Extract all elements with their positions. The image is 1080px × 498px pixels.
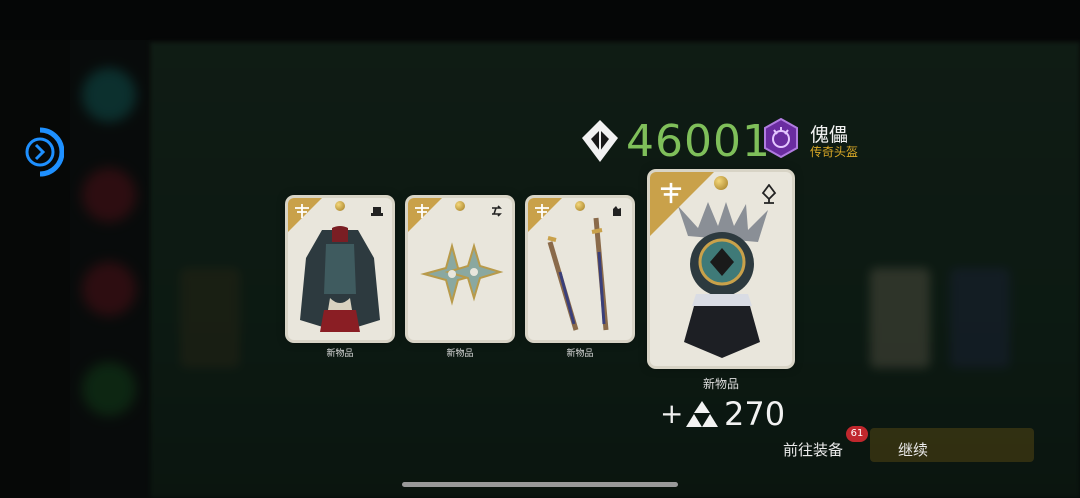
- arrows-icon: [492, 205, 502, 217]
- dragonfly-icon: [535, 204, 549, 218]
- card-caption: 新物品: [446, 349, 474, 359]
- plus-sign: +: [660, 397, 684, 430]
- pin-icon: [761, 184, 777, 204]
- coin-icon: [335, 201, 345, 211]
- item-card[interactable]: [528, 198, 632, 340]
- triforce-icon: [686, 401, 718, 427]
- fist-icon: [613, 206, 621, 216]
- diamond-icon: [582, 120, 618, 162]
- dragonfly-icon: [415, 204, 429, 218]
- coin-icon: [455, 201, 465, 211]
- dragonfly-icon: [660, 182, 682, 204]
- item-card[interactable]: [288, 198, 392, 340]
- coin-icon: [575, 201, 585, 211]
- coin-icon: [714, 176, 728, 190]
- back-arrow-icon[interactable]: [14, 126, 64, 178]
- continue-button[interactable]: 继续: [870, 428, 1034, 462]
- legendary-helmet-badge-icon: [764, 118, 798, 158]
- bonus-value: 270: [724, 395, 786, 433]
- hat-icon: [371, 207, 383, 216]
- score-value: 46001: [626, 116, 771, 167]
- featured-item-card[interactable]: [650, 172, 792, 366]
- reward-item-rarity: 传奇头盔: [810, 145, 859, 159]
- card-caption: 新物品: [326, 349, 354, 359]
- notification-badge: 61: [846, 426, 868, 442]
- featured-card-caption: 新物品: [702, 377, 739, 391]
- dragonfly-icon: [295, 204, 309, 218]
- item-card[interactable]: [408, 198, 512, 340]
- home-indicator[interactable]: [402, 482, 678, 487]
- card-caption: 新物品: [566, 349, 594, 359]
- go-equip-button[interactable]: 前往装备: [770, 436, 856, 464]
- chest-armor-art: [300, 226, 380, 332]
- shuriken-art: [420, 242, 504, 306]
